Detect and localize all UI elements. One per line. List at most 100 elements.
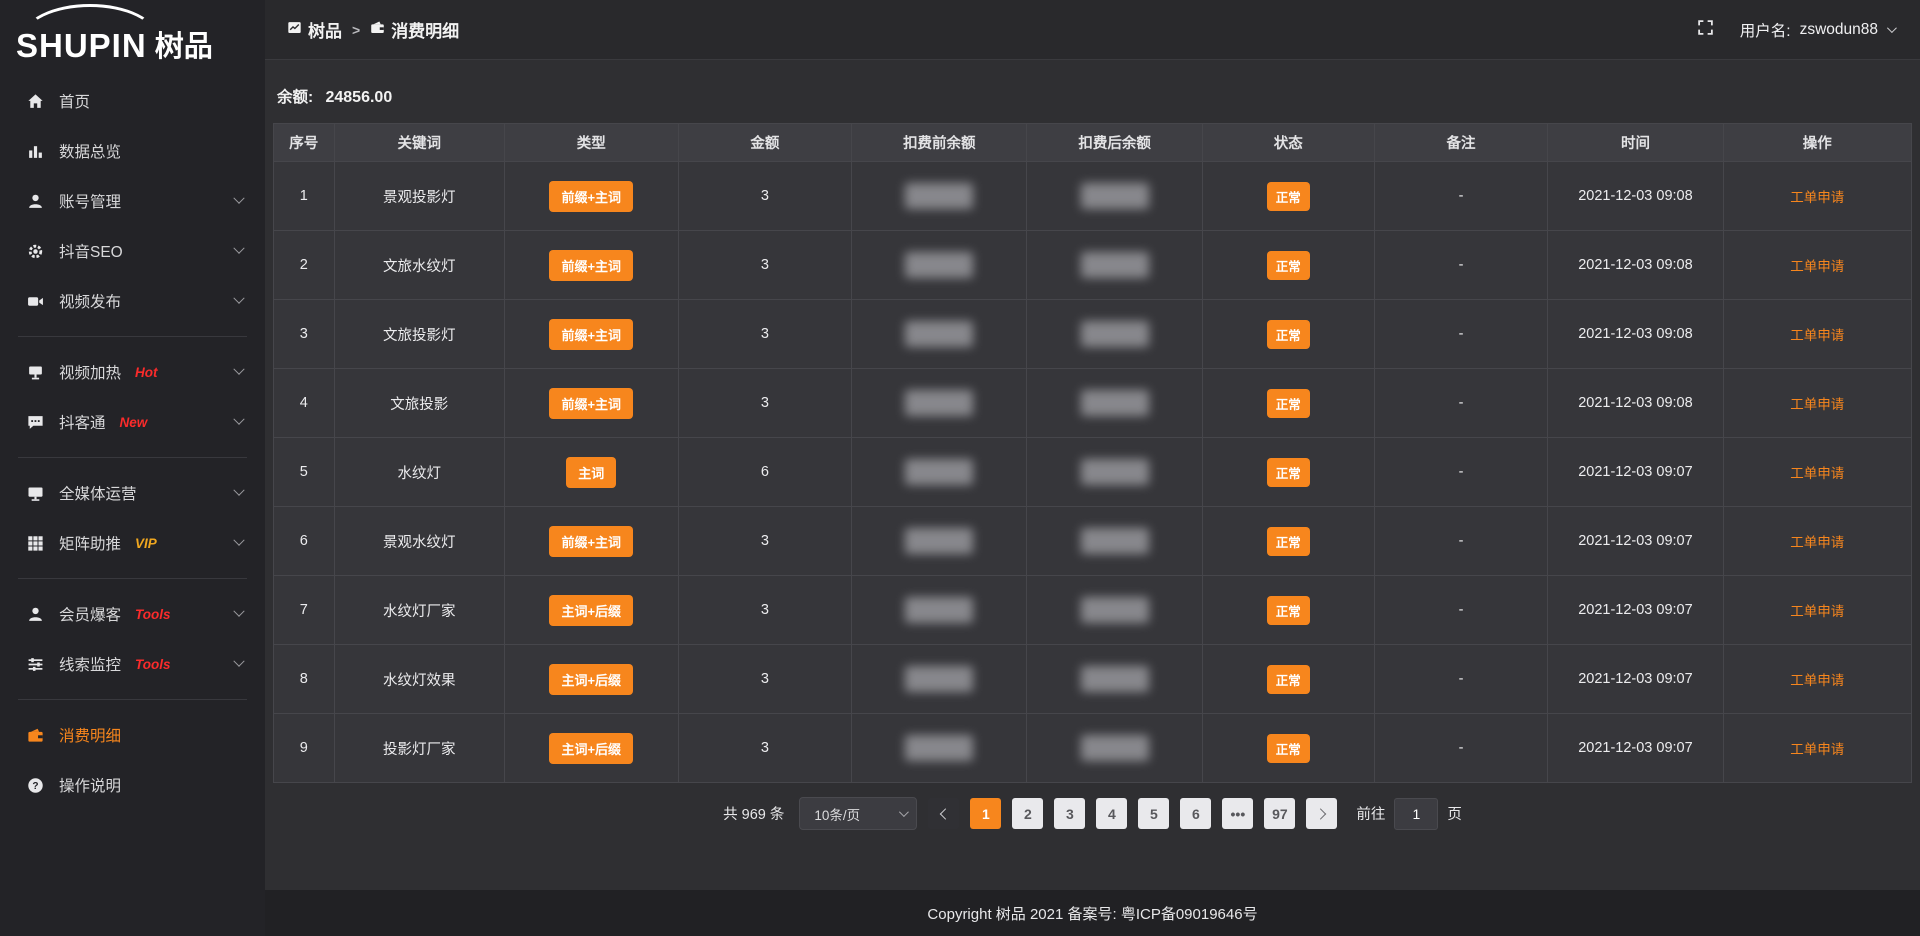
pagination: 共 969 条 10条/页 123456•••97 前往 页 [273, 797, 1912, 830]
chevron-left-icon [940, 808, 951, 819]
sidebar-item-label: 消费明细 [59, 724, 121, 746]
cell-remark: - [1374, 231, 1548, 300]
page-number-buttons: 123456 ••• 97 [970, 798, 1295, 829]
sidebar-item-video-publish[interactable]: 视频发布 [0, 276, 265, 326]
cell-balance-before [852, 576, 1027, 645]
page-button-3[interactable]: 3 [1054, 798, 1085, 829]
cell-balance-after [1027, 507, 1202, 576]
page-button-1[interactable]: 1 [970, 798, 1001, 829]
cell-type: 主词 [504, 438, 678, 507]
sidebar-item-video-heat[interactable]: 视频加热 Hot [0, 347, 265, 397]
cell-type: 主词+后缀 [504, 645, 678, 714]
table-row: 2 文旅水纹灯 前缀+主词 3 正常 - 2021-12-03 09:08 工单… [274, 231, 1912, 300]
member-icon [26, 605, 44, 623]
masked-balance-before [905, 528, 973, 554]
work-order-link[interactable]: 工单申请 [1790, 466, 1844, 481]
type-badge: 主词+后缀 [549, 595, 633, 626]
masked-balance-before [905, 252, 973, 278]
sidebar-item-data-overview[interactable]: 数据总览 [0, 126, 265, 176]
work-order-link[interactable]: 工单申请 [1790, 742, 1844, 757]
sidebar-item-douketong[interactable]: 抖客通 New [0, 397, 265, 447]
work-order-link[interactable]: 工单申请 [1790, 673, 1844, 688]
heat-monitor-icon [26, 363, 44, 381]
cell-keyword: 文旅投影灯 [334, 300, 504, 369]
masked-balance-after [1081, 666, 1149, 692]
sidebar-item-label: 操作说明 [59, 774, 121, 796]
work-order-link[interactable]: 工单申请 [1790, 535, 1844, 550]
cell-index: 8 [274, 645, 335, 714]
app-window: SHUPIN 树品 首页 数据总览 账号管理 抖音SEO 视频发布 视频加热 H… [0, 0, 1920, 936]
page-button-97[interactable]: 97 [1264, 798, 1295, 829]
cell-type: 前缀+主词 [504, 231, 678, 300]
cell-remark: - [1374, 714, 1548, 783]
sidebar-item-home[interactable]: 首页 [0, 76, 265, 126]
chevron-down-icon [1887, 23, 1897, 33]
cell-keyword: 水纹灯厂家 [334, 576, 504, 645]
next-page-button[interactable] [1306, 798, 1337, 829]
table-row: 7 水纹灯厂家 主词+后缀 3 正常 - 2021-12-03 09:07 工单… [274, 576, 1912, 645]
main-content: 余额: 24856.00 序号关键词类型金额扣费前余额扣费后余额状态备注时间操作… [265, 61, 1920, 890]
chevron-down-icon [233, 485, 244, 496]
type-badge: 前缀+主词 [549, 388, 633, 419]
work-order-link[interactable]: 工单申请 [1790, 397, 1844, 412]
svg-text:?: ? [32, 780, 38, 791]
sidebar-divider [18, 457, 247, 458]
work-order-link[interactable]: 工单申请 [1790, 190, 1844, 205]
user-menu[interactable]: 用户名: zswodun88 [1740, 19, 1894, 41]
cell-balance-before [852, 300, 1027, 369]
cell-remark: - [1374, 507, 1548, 576]
masked-balance-after [1081, 183, 1149, 209]
masked-balance-after [1081, 597, 1149, 623]
column-header: 时间 [1548, 124, 1723, 162]
page-ellipsis-button[interactable]: ••• [1222, 798, 1253, 829]
sidebar-item-account-management[interactable]: 账号管理 [0, 176, 265, 226]
cell-index: 4 [274, 369, 335, 438]
breadcrumb-item-current[interactable]: 消费明细 [370, 17, 459, 42]
cell-amount: 3 [678, 714, 852, 783]
cell-keyword: 文旅投影 [334, 369, 504, 438]
sidebar-item-label: 数据总览 [59, 140, 121, 162]
goto-page-input[interactable] [1394, 798, 1438, 830]
cell-amount: 6 [678, 438, 852, 507]
cell-keyword: 水纹灯 [334, 438, 504, 507]
cell-balance-after [1027, 576, 1202, 645]
sidebar-item-consume-detail[interactable]: 消费明细 [0, 710, 265, 760]
sidebar-item-media-operation[interactable]: 全媒体运营 [0, 468, 265, 518]
chat-bubble-icon [26, 413, 44, 431]
status-badge: 正常 [1267, 734, 1310, 763]
work-order-link[interactable]: 工单申请 [1790, 328, 1844, 343]
sidebar-item-badge: New [120, 415, 148, 430]
page-button-5[interactable]: 5 [1138, 798, 1169, 829]
sidebar-item-member-burst[interactable]: 会员爆客 Tools [0, 589, 265, 639]
sidebar-item-douyin-seo[interactable]: 抖音SEO [0, 226, 265, 276]
sidebar-item-operation-guide[interactable]: ? 操作说明 [0, 760, 265, 810]
chevron-down-icon [233, 243, 244, 254]
column-header: 备注 [1374, 124, 1548, 162]
cell-action: 工单申请 [1723, 714, 1911, 783]
sidebar-item-label: 线索监控 [59, 653, 121, 675]
cell-index: 7 [274, 576, 335, 645]
page-button-6[interactable]: 6 [1180, 798, 1211, 829]
cell-action: 工单申请 [1723, 162, 1911, 231]
page-button-2[interactable]: 2 [1012, 798, 1043, 829]
cell-status: 正常 [1202, 300, 1374, 369]
cell-status: 正常 [1202, 714, 1374, 783]
cell-balance-after [1027, 231, 1202, 300]
logo-arc-decoration [22, 4, 158, 38]
sidebar-item-clue-monitor[interactable]: 线索监控 Tools [0, 639, 265, 689]
page-button-4[interactable]: 4 [1096, 798, 1127, 829]
fullscreen-button[interactable] [1697, 19, 1714, 41]
page-size-select[interactable]: 10条/页 [799, 797, 917, 830]
cell-type: 前缀+主词 [504, 300, 678, 369]
breadcrumb-item-home[interactable]: 树品 [287, 17, 342, 42]
status-badge: 正常 [1267, 458, 1310, 487]
sidebar-item-matrix-boost[interactable]: 矩阵助推 VIP [0, 518, 265, 568]
cell-time: 2021-12-03 09:07 [1548, 576, 1723, 645]
work-order-link[interactable]: 工单申请 [1790, 259, 1844, 274]
prev-page-button[interactable] [928, 798, 959, 829]
masked-balance-before [905, 390, 973, 416]
column-header: 扣费后余额 [1027, 124, 1202, 162]
work-order-link[interactable]: 工单申请 [1790, 604, 1844, 619]
cell-balance-before [852, 507, 1027, 576]
chevron-right-icon [1315, 808, 1326, 819]
